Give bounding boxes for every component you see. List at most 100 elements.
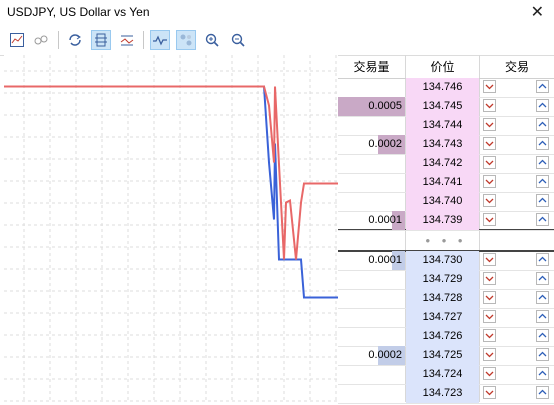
ask-row: 0.0002 134.743 bbox=[338, 135, 554, 155]
ask-row: 134.740 bbox=[338, 192, 554, 212]
sell-limit-button[interactable] bbox=[483, 175, 496, 188]
price-cell: 134.725 bbox=[406, 346, 479, 365]
chevron-up-icon bbox=[538, 351, 547, 357]
ask-row: 134.744 bbox=[338, 116, 554, 136]
chevron-up-icon bbox=[538, 102, 547, 108]
chevron-down-icon bbox=[485, 352, 494, 358]
buy-limit-button[interactable] bbox=[536, 272, 549, 285]
price-cell: 134.743 bbox=[406, 135, 479, 154]
price-cell: 134.740 bbox=[406, 192, 479, 211]
chevron-down-icon bbox=[485, 103, 494, 109]
zoom-in-icon[interactable] bbox=[202, 30, 222, 50]
ticks-icon[interactable] bbox=[31, 30, 51, 50]
one-click-trading-icon[interactable] bbox=[91, 30, 111, 50]
title-bar: USDJPY, US Dollar vs Yen ✕ bbox=[0, 0, 554, 26]
ask-row: 134.746 bbox=[338, 78, 554, 98]
chart-view-icon[interactable] bbox=[7, 30, 27, 50]
volume-cell bbox=[338, 154, 405, 173]
sell-limit-button[interactable] bbox=[483, 386, 496, 399]
sell-limit-button[interactable] bbox=[483, 118, 496, 131]
chevron-up-icon bbox=[538, 197, 547, 203]
tick-chart-icon[interactable] bbox=[150, 30, 170, 50]
column-header-trade: 交易 bbox=[504, 60, 529, 74]
price-cell: 134.726 bbox=[406, 327, 479, 346]
buy-limit-button[interactable] bbox=[536, 118, 549, 131]
tick-chart[interactable] bbox=[4, 55, 338, 402]
chevron-up-icon bbox=[538, 216, 547, 222]
sell-limit-button[interactable] bbox=[483, 137, 496, 150]
sell-limit-button[interactable] bbox=[483, 99, 496, 112]
toolbar bbox=[0, 26, 554, 56]
buy-limit-button[interactable] bbox=[536, 213, 549, 226]
buy-limit-button[interactable] bbox=[536, 291, 549, 304]
levels-icon[interactable] bbox=[117, 30, 137, 50]
buy-limit-button[interactable] bbox=[536, 310, 549, 323]
price-cell: 134.723 bbox=[406, 384, 479, 403]
column-header-price: 价位 bbox=[430, 60, 455, 74]
buy-limit-button[interactable] bbox=[536, 156, 549, 169]
buy-limit-button[interactable] bbox=[536, 175, 549, 188]
chevron-up-icon bbox=[538, 121, 547, 127]
bid-row: 0.0002 134.725 bbox=[338, 346, 554, 366]
sell-limit-button[interactable] bbox=[483, 156, 496, 169]
volume-cell bbox=[338, 116, 405, 135]
bid-price-line bbox=[4, 85, 338, 299]
volume-cell bbox=[338, 173, 405, 192]
sell-limit-button[interactable] bbox=[483, 348, 496, 361]
sync-icon[interactable] bbox=[65, 30, 85, 50]
chevron-up-icon bbox=[538, 370, 547, 376]
volume-cell: 0.0001 bbox=[368, 214, 402, 226]
buy-limit-button[interactable] bbox=[536, 194, 549, 207]
sell-limit-button[interactable] bbox=[483, 213, 496, 226]
price-cell: 134.746 bbox=[406, 78, 479, 97]
buy-limit-button[interactable] bbox=[536, 253, 549, 266]
bid-row: 134.728 bbox=[338, 289, 554, 309]
chevron-down-icon bbox=[485, 257, 494, 263]
sell-limit-button[interactable] bbox=[483, 272, 496, 285]
volume-cell bbox=[338, 308, 405, 327]
zoom-out-icon[interactable] bbox=[228, 30, 248, 50]
chevron-down-icon bbox=[485, 179, 494, 185]
chevron-down-icon bbox=[485, 160, 494, 166]
volume-cell bbox=[338, 327, 405, 346]
buy-limit-button[interactable] bbox=[536, 348, 549, 361]
sell-limit-button[interactable] bbox=[483, 367, 496, 380]
bid-row: 134.729 bbox=[338, 270, 554, 290]
buy-limit-button[interactable] bbox=[536, 367, 549, 380]
trades-icon[interactable] bbox=[176, 30, 196, 50]
chevron-up-icon bbox=[538, 159, 547, 165]
chevron-down-icon bbox=[485, 390, 494, 396]
buy-limit-button[interactable] bbox=[536, 99, 549, 112]
price-cell: 134.739 bbox=[406, 211, 479, 230]
depth-of-market: 交易量 价位 交易 • • • 134.746 0.0005 134.745 134.… bbox=[338, 55, 554, 404]
price-cell: 134.741 bbox=[406, 173, 479, 192]
buy-limit-button[interactable] bbox=[536, 137, 549, 150]
chevron-up-icon bbox=[538, 178, 547, 184]
sell-limit-button[interactable] bbox=[483, 194, 496, 207]
bid-row: 134.727 bbox=[338, 308, 554, 328]
buy-limit-button[interactable] bbox=[536, 386, 549, 399]
volume-cell bbox=[338, 365, 405, 384]
chevron-down-icon bbox=[485, 122, 494, 128]
price-cell: 134.728 bbox=[406, 289, 479, 308]
sell-limit-button[interactable] bbox=[483, 253, 496, 266]
chevron-up-icon bbox=[538, 83, 547, 89]
price-cell: 134.745 bbox=[406, 97, 479, 116]
price-cell: 134.744 bbox=[406, 116, 479, 135]
price-cell: 134.729 bbox=[406, 270, 479, 289]
chevron-down-icon bbox=[485, 314, 494, 320]
sell-limit-button[interactable] bbox=[483, 310, 496, 323]
chevron-down-icon bbox=[485, 371, 494, 377]
volume-cell bbox=[338, 384, 405, 403]
sell-limit-button[interactable] bbox=[483, 80, 496, 93]
close-icon[interactable]: ✕ bbox=[531, 2, 544, 22]
volume-cell bbox=[338, 289, 405, 308]
buy-limit-button[interactable] bbox=[536, 329, 549, 342]
sell-limit-button[interactable] bbox=[483, 291, 496, 304]
volume-cell bbox=[338, 192, 405, 211]
buy-limit-button[interactable] bbox=[536, 80, 549, 93]
volume-cell: 0.0005 bbox=[368, 100, 402, 112]
sell-limit-button[interactable] bbox=[483, 329, 496, 342]
column-header-volume: 交易量 bbox=[353, 60, 390, 74]
price-cell: 134.730 bbox=[406, 251, 479, 270]
